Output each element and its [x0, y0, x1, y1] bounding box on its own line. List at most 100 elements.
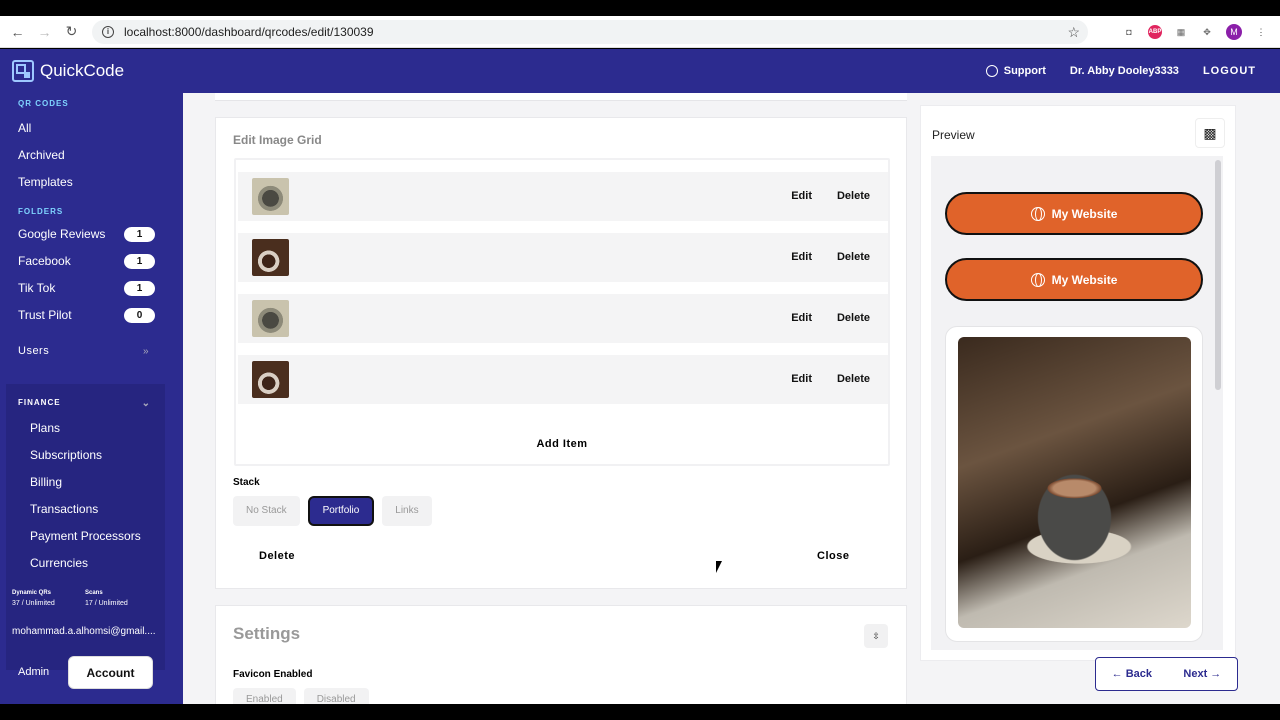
edit-button[interactable]: Edit: [791, 373, 812, 385]
qr-code-icon[interactable]: ▩: [1195, 118, 1225, 148]
folder-label: Google Reviews: [18, 227, 106, 241]
sidebar-item-currencies[interactable]: Currencies: [6, 550, 165, 577]
back-button[interactable]: ← Back: [1112, 668, 1152, 680]
sidebar-item-templates[interactable]: Templates: [0, 169, 183, 196]
expand-collapse-icon[interactable]: ⇳: [864, 624, 888, 648]
settings-title: Settings: [233, 624, 301, 643]
previous-card-edge: [215, 93, 907, 101]
logout-button[interactable]: LOGOUT: [1203, 65, 1256, 77]
list-item: Edit Delete: [238, 355, 888, 404]
folder-label: Tik Tok: [18, 281, 56, 295]
list-item: Edit Delete: [238, 294, 888, 343]
qr-codes-section-title: QR CODES: [18, 99, 69, 108]
browser-top-bar: [0, 0, 1280, 16]
sidebar-item-all[interactable]: All: [0, 115, 183, 142]
qr-logo-icon: [12, 60, 34, 82]
app-header: QuickCode Support Dr. Abby Dooley3333 LO…: [0, 49, 1280, 93]
sidebar: QR CODES All Archived Templates FOLDERS …: [0, 93, 183, 704]
sidebar-folder-trust-pilot[interactable]: Trust Pilot 0: [0, 302, 183, 329]
extension-box-icon[interactable]: ▦: [1174, 25, 1188, 39]
folder-label: Facebook: [18, 254, 71, 268]
logo[interactable]: QuickCode: [12, 60, 124, 82]
edit-button[interactable]: Edit: [791, 251, 812, 263]
url-text: localhost:8000/dashboard/qrcodes/edit/13…: [124, 25, 374, 39]
stat-value: 37 / Unlimited: [12, 600, 55, 607]
finance-toggle[interactable]: FINANCE ⌄: [6, 398, 165, 409]
stat-label: Dynamic QRs: [12, 590, 52, 596]
stack-option-no-stack[interactable]: No Stack: [233, 496, 300, 526]
user-name[interactable]: Dr. Abby Dooley3333: [1070, 65, 1179, 77]
sidebar-item-transactions[interactable]: Transactions: [6, 496, 165, 523]
my-website-button[interactable]: My Website: [945, 192, 1203, 235]
folder-label: Trust Pilot: [18, 308, 72, 322]
camera-icon[interactable]: ◘: [1122, 25, 1136, 39]
sidebar-folder-facebook[interactable]: Facebook 1: [0, 248, 183, 275]
folder-count-badge: 1: [124, 227, 155, 242]
dynamic-qrs-stat: Dynamic QRs 37 / Unlimited: [12, 590, 85, 607]
folder-count-badge: 0: [124, 308, 155, 323]
settings-card: Settings ⇳ Favicon Enabled Enabled Disab…: [215, 605, 907, 715]
stack-options: No Stack Portfolio Links: [233, 496, 432, 526]
next-label: Next: [1183, 668, 1208, 680]
info-icon[interactable]: i: [102, 26, 114, 38]
support-label: Support: [1003, 65, 1046, 77]
profile-avatar[interactable]: M: [1226, 24, 1242, 40]
next-button[interactable]: Next →: [1183, 668, 1221, 680]
my-website-button[interactable]: My Website: [945, 258, 1203, 301]
phone-preview: My Website My Website: [931, 156, 1223, 650]
sidebar-folder-google-reviews[interactable]: Google Reviews 1: [0, 221, 183, 248]
address-bar[interactable]: i localhost:8000/dashboard/qrcodes/edit/…: [92, 20, 1088, 44]
card-title: Edit Image Grid: [233, 133, 322, 147]
chevron-right-icon: »: [142, 346, 149, 357]
sidebar-item-archived[interactable]: Archived: [0, 142, 183, 169]
puzzle-icon[interactable]: ✥: [1200, 25, 1214, 39]
bottom-bar: [0, 704, 1280, 720]
forward-arrow-icon[interactable]: →: [31, 24, 58, 40]
folder-count-badge: 1: [124, 281, 155, 296]
edit-button[interactable]: Edit: [791, 312, 812, 324]
bookmark-star-icon[interactable]: ☆: [1067, 24, 1080, 41]
folders-section-title: FOLDERS: [18, 207, 64, 216]
back-arrow-icon[interactable]: ←: [4, 24, 31, 40]
header-actions: Support Dr. Abby Dooley3333 LOGOUT: [985, 65, 1256, 77]
add-item-button[interactable]: Add Item: [236, 438, 888, 450]
menu-dots-icon[interactable]: ⋮: [1254, 25, 1268, 39]
globe-icon: [1030, 206, 1045, 221]
extension-icons: ◘ ABP ▦ ✥ M ⋮: [1122, 24, 1268, 40]
scans-stat: Scans 17 / Unlimited: [85, 590, 158, 607]
stat-label: Scans: [85, 590, 103, 596]
delete-block-button[interactable]: Delete: [259, 550, 295, 562]
sidebar-item-payment-processors[interactable]: Payment Processors: [6, 523, 165, 550]
image-thumbnail: [252, 300, 289, 337]
browser-toolbar: ← → ↻ i localhost:8000/dashboard/qrcodes…: [0, 16, 1280, 48]
sidebar-item-users[interactable]: Users »: [0, 338, 183, 365]
preview-scrollbar[interactable]: [1215, 160, 1221, 390]
list-item: Edit Delete: [238, 233, 888, 282]
edit-button[interactable]: Edit: [791, 190, 812, 202]
reload-icon[interactable]: ↻: [58, 23, 85, 40]
stack-option-portfolio[interactable]: Portfolio: [307, 496, 375, 526]
folder-count-badge: 1: [124, 254, 155, 269]
finance-section-title: FINANCE: [18, 398, 61, 407]
delete-button[interactable]: Delete: [837, 373, 870, 385]
image-grid-list: Edit Delete Edit Delete Edit Delete Edit…: [234, 158, 890, 466]
list-item: Edit Delete: [238, 172, 888, 221]
account-button[interactable]: Account: [68, 656, 153, 689]
sidebar-folder-tik-tok[interactable]: Tik Tok 1: [0, 275, 183, 302]
preview-title: Preview: [932, 128, 975, 142]
sidebar-item-subscriptions[interactable]: Subscriptions: [6, 442, 165, 469]
sidebar-item-plans[interactable]: Plans: [6, 415, 165, 442]
stack-option-links[interactable]: Links: [382, 496, 432, 526]
user-email: mohammad.a.alhomsi@gmail....: [12, 626, 156, 637]
sidebar-item-billing[interactable]: Billing: [6, 469, 165, 496]
preview-panel: Preview ▩ My Website My Website: [920, 105, 1236, 661]
support-globe-icon: [985, 65, 998, 77]
delete-button[interactable]: Delete: [837, 251, 870, 263]
close-button[interactable]: Close: [817, 550, 849, 562]
users-label: Users: [18, 345, 50, 357]
support-link[interactable]: Support: [985, 65, 1046, 77]
adblock-icon[interactable]: ABP: [1148, 25, 1162, 39]
admin-link[interactable]: Admin: [18, 666, 49, 678]
delete-button[interactable]: Delete: [837, 312, 870, 324]
delete-button[interactable]: Delete: [837, 190, 870, 202]
